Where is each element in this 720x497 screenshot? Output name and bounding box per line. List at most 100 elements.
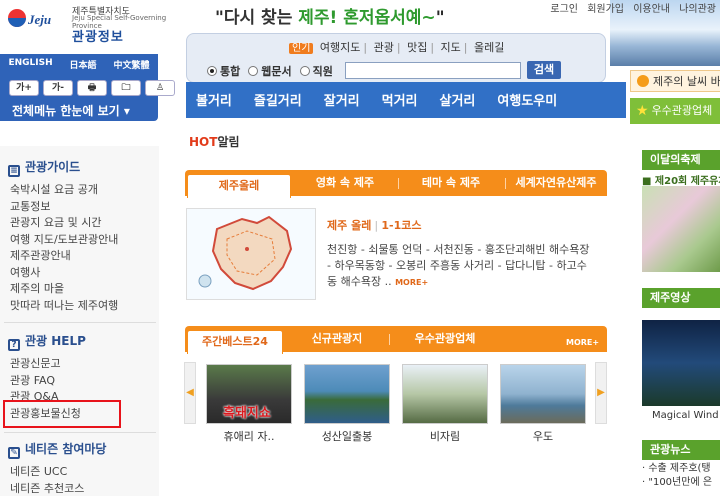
jeju-logo-icon: Jeju [6,5,66,31]
thumb-caption[interactable]: 우도 [500,428,586,444]
tab-best-business[interactable]: 우수관광업체 [393,326,497,352]
sun-icon [637,75,649,87]
nav-item-food[interactable]: 먹거리 [382,90,418,109]
popular-keyword[interactable]: 올레길 [474,41,504,54]
print-icon[interactable]: 🖶 [77,80,107,96]
popular-keyword[interactable]: 관광 [374,41,394,54]
video-tab[interactable]: 제주영상 [642,288,720,308]
weather-widget[interactable]: 제주의 날씨 바 [630,70,720,92]
tour-guide-heading: ≡관광가이드 [8,158,80,177]
tab-world-heritage[interactable]: 세계자연유산제주 [507,170,605,196]
bookmark-icon[interactable]: 🗀 [111,80,141,96]
font-decrease-button[interactable]: 가- [43,80,73,96]
sidebar-item[interactable]: 여행사 [10,265,118,282]
netizen-heading: ✎네티즌 참여마당 [8,440,106,459]
thumb-caption[interactable]: 휴애리 자.. [206,428,292,444]
left-sidebar: ≡관광가이드 숙박시설 요금 공개 교통정보 관광지 요금 및 시간 여행 지도… [0,146,159,496]
divider [4,322,156,323]
video-caption[interactable]: Magical Wind [652,410,719,421]
radio-all[interactable]: 통합 [207,63,240,79]
star-icon: ★ [636,103,649,119]
divider [4,432,156,433]
search-button[interactable]: 검색 [527,61,561,79]
thumb-seongsan-image[interactable] [304,364,390,424]
sidebar-item[interactable]: 교통정보 [10,199,118,216]
main-navbar: 볼거리 즐길거리 잘거리 먹거리 살거리 여행도우미 [186,82,626,118]
sidebar-item[interactable]: 관광 FAQ [10,373,81,390]
jeju-tabs: 제주올레 영화 속 제주 테마 속 제주 세계자연유산제주 [185,170,607,196]
more-link[interactable]: MORE+ [395,278,428,287]
tab-new-attractions[interactable]: 신규관광지 [289,326,385,352]
netizen-list: 네티즌 UCC 네티즌 추천코스 [10,464,84,497]
guide-link[interactable]: 이용안내 [633,4,670,15]
lang-chinese[interactable]: 中文繁體 [113,58,149,71]
course-description: 천진항 - 쇠물통 언덕 - 서천진동 - 홍조단괴해빈 해수욕장 - 하우목동… [327,242,595,291]
sidebar-item[interactable]: 네티즌 UCC [10,464,84,481]
thumb-overlay-text: 흑돼지쇼 [223,402,271,421]
login-link[interactable]: 로그인 [550,4,578,15]
thumb-caption[interactable]: 성산일출봉 [304,428,390,444]
thumb-hueree-image[interactable]: 흑돼지쇼 [206,364,292,424]
festival-headline[interactable]: ■ 제20회 제주유채꽃 [642,172,720,187]
video-thumbnail[interactable] [642,320,720,406]
search-input[interactable] [345,62,521,79]
highlight-box [3,400,121,428]
carousel-prev-button[interactable]: ◀ [184,362,196,424]
tab-jeju-olle[interactable]: 제주올레 [187,174,291,198]
top-utility-links: 로그인 회원가입 이용안내 나의관광 [544,0,716,15]
sidebar-item[interactable]: 관광신문고 [10,356,81,373]
svg-text:Jeju: Jeju [27,12,51,27]
news-item[interactable]: · "100년만에 은 [642,476,712,490]
carousel-next-button[interactable]: ▶ [595,362,607,424]
all-menu-button[interactable]: 전체메뉴 한눈에 보기 ▾ [12,102,130,119]
sidebar-item[interactable]: 여행 지도/도보관광안내 [10,232,118,249]
festival-tab[interactable]: 이달의축제 [642,150,720,170]
radio-staff[interactable]: 직원 [300,63,333,79]
sidebar-item[interactable]: 맛따라 떠나는 제주여행 [10,298,118,315]
search-scope-radios: 통합 웹문서 직원 [207,63,333,79]
news-list: · 수출 제주호(탱 · "100년만에 은 [642,462,712,490]
popular-keyword[interactable]: 맛집 [407,41,427,54]
thumb-udo-image[interactable] [500,364,586,424]
lang-english[interactable]: ENGLISH [8,58,52,71]
olle-course-map-image[interactable] [186,208,316,300]
best-tabs: 주간베스트24 신규관광지 우수관광업체 [185,326,607,352]
tour-guide-list: 숙박시설 요금 공개 교통정보 관광지 요금 및 시간 여행 지도/도보관광안내… [10,182,118,314]
tab-weekly-best[interactable]: 주간베스트24 [187,330,283,354]
language-tools-box: ENGLISH 日本語 中文繁體 가+ 가- 🖶 🗀 ♙ 전체메뉴 한눈에 보기… [0,54,158,121]
thumb-bijarim-image[interactable] [402,364,488,424]
sidebar-item[interactable]: 관광지 요금 및 시간 [10,215,118,232]
more-link[interactable]: MORE+ [566,338,599,347]
nav-item-sights[interactable]: 볼거리 [196,90,232,109]
tour-help-heading: ?관광 HELP [8,332,86,351]
recommended-business-bar[interactable]: ★우수관광업체 [630,98,720,124]
nav-item-lodging[interactable]: 잘거리 [324,90,360,109]
lang-japanese[interactable]: 日本語 [70,58,97,71]
person-icon[interactable]: ♙ [145,80,175,96]
tab-movie-jeju[interactable]: 영화 속 제주 [295,170,395,196]
sidebar-item[interactable]: 숙박시설 요금 공개 [10,182,118,199]
nav-item-travel-help[interactable]: 여행도우미 [497,90,557,109]
news-item[interactable]: · 수출 제주호(탱 [642,462,712,476]
font-increase-button[interactable]: 가+ [9,80,39,96]
site-logo[interactable]: Jeju 제주특별자치도 Jeju Special Self-Governing… [0,0,170,54]
radio-web[interactable]: 웹문서 [248,63,291,79]
signup-link[interactable]: 회원가입 [587,4,624,15]
popular-tag: 인기 [289,43,313,54]
sidebar-item[interactable]: 네티즌 추천코스 [10,481,84,497]
sidebar-item[interactable]: 제주의 마을 [10,281,118,298]
search-box: 인기 여행지도| 관광| 맛집| 지도| 올레길 통합 웹문서 직원 검색 [186,33,606,83]
course-title[interactable]: 제주 올레|1-1코스 [327,217,421,233]
festival-image[interactable] [642,186,720,272]
popular-keywords: 인기 여행지도| 관광| 맛집| 지도| 올레길 [289,39,504,55]
popular-keyword[interactable]: 지도 [441,41,461,54]
news-tab[interactable]: 관광뉴스 [642,440,720,460]
thumb-caption[interactable]: 비자림 [402,428,488,444]
list-icon: ≡ [8,165,20,177]
popular-keyword[interactable]: 여행지도 [320,41,360,54]
my-tour-link[interactable]: 나의관광 [679,4,716,15]
tab-theme-jeju[interactable]: 테마 속 제주 [401,170,501,196]
nav-item-shopping[interactable]: 살거리 [440,90,476,109]
sidebar-item[interactable]: 제주관광안내 [10,248,118,265]
nav-item-activities[interactable]: 즐길거리 [254,90,302,109]
